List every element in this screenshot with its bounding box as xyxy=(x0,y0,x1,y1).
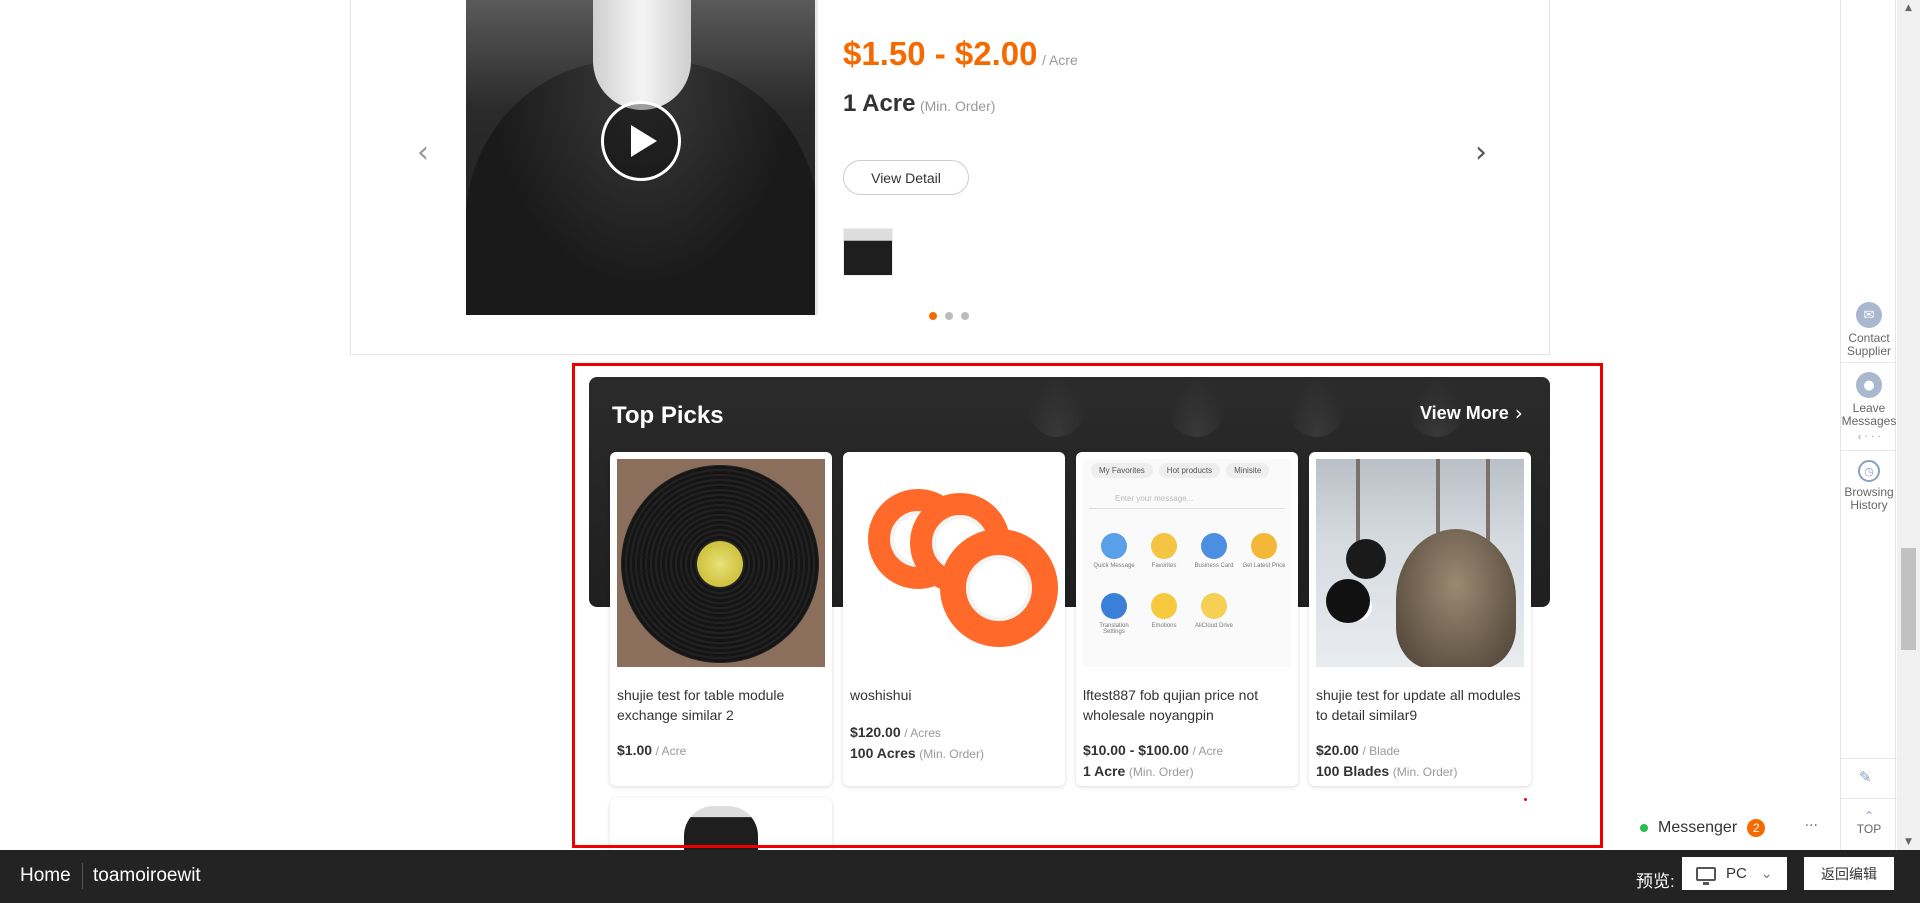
carousel-dot[interactable] xyxy=(961,312,969,320)
sidebar-label: Leave Messages xyxy=(1841,401,1897,428)
play-video-button[interactable] xyxy=(601,101,681,181)
product-moq: 1 Acre xyxy=(843,90,916,117)
product-showcase: ‹ $1.50 - $2.00 / Acre 1 Acre (Min. Orde… xyxy=(350,0,1550,355)
unread-badge: 2 xyxy=(1747,819,1766,837)
chevron-down-icon: ⌄ xyxy=(1760,865,1773,882)
monitor-icon xyxy=(1696,866,1716,885)
clock-icon: ◷ xyxy=(1858,460,1880,482)
product-main-image[interactable] xyxy=(466,0,818,315)
carousel-dot[interactable] xyxy=(929,312,937,320)
right-sidebar: ✉ Contact Supplier ● Leave Messages ‹ · … xyxy=(1840,0,1897,850)
leave-messages-button[interactable]: ● Leave Messages xyxy=(1841,372,1897,428)
carousel-prev-button[interactable]: ‹ xyxy=(411,134,435,170)
sidebar-label: Browsing History xyxy=(1844,485,1894,512)
device-select[interactable]: PC ⌄ xyxy=(1682,857,1787,890)
note-edit-icon[interactable]: ✎ xyxy=(1859,768,1879,786)
expand-icon[interactable]: ‹ · · · xyxy=(1841,432,1897,443)
product-price-unit: / Acre xyxy=(1041,52,1078,68)
chevron-left-icon: ‹ xyxy=(417,134,429,170)
contact-supplier-button[interactable]: ✉ Contact Supplier xyxy=(1841,302,1897,358)
scrollbar-thumb[interactable] xyxy=(1901,548,1916,650)
sidebar-label: Contact Supplier xyxy=(1846,331,1892,358)
chevron-up-icon: ⌃ xyxy=(1863,809,1875,823)
carousel-dot[interactable] xyxy=(945,312,953,320)
more-options-icon[interactable]: ··· xyxy=(1805,818,1818,834)
messenger-widget[interactable]: Messenger 2 ··· xyxy=(1622,812,1822,844)
page-scrollbar[interactable]: ▲ ▼ xyxy=(1897,0,1920,850)
back-to-top-button[interactable]: ⌃ TOP xyxy=(1841,810,1897,836)
chevron-right-icon: › xyxy=(1475,134,1487,170)
product-thumbnail[interactable] xyxy=(843,228,893,276)
user-icon: ● xyxy=(1856,372,1882,398)
mail-icon: ✉ xyxy=(1856,302,1882,328)
top-label: TOP xyxy=(1856,822,1882,836)
preview-label: 预览: xyxy=(1636,872,1675,891)
back-to-edit-button[interactable]: 返回编辑 xyxy=(1804,857,1894,890)
online-status-icon xyxy=(1640,824,1648,832)
browsing-history-button[interactable]: ◷ Browsing History xyxy=(1841,460,1897,512)
carousel-next-button[interactable]: › xyxy=(1469,134,1493,170)
view-detail-button[interactable]: View Detail xyxy=(843,160,969,195)
product-price: $1.50 - $2.00 xyxy=(843,35,1038,72)
page: ‹ $1.50 - $2.00 / Acre 1 Acre (Min. Orde… xyxy=(0,0,1920,903)
divider xyxy=(82,863,83,889)
selection-frame xyxy=(572,363,1603,848)
product-moq-line: 1 Acre (Min. Order) xyxy=(843,90,995,118)
device-value: PC xyxy=(1726,865,1747,882)
play-icon xyxy=(631,125,657,157)
site-name[interactable]: toamoiroewit xyxy=(93,865,201,887)
scroll-up-arrow-icon[interactable]: ▲ xyxy=(1897,0,1920,16)
editor-bottom-bar: Home toamoiroewit 预览: PC ⌄ 返回编辑 xyxy=(0,850,1920,903)
carousel-indicator xyxy=(929,312,969,320)
home-link[interactable]: Home xyxy=(20,865,71,887)
product-price-line: $1.50 - $2.00 / Acre xyxy=(843,35,1078,73)
product-moq-label: (Min. Order) xyxy=(919,98,996,114)
messenger-label: Messenger xyxy=(1658,819,1738,836)
scroll-down-arrow-icon[interactable]: ▼ xyxy=(1897,834,1920,850)
